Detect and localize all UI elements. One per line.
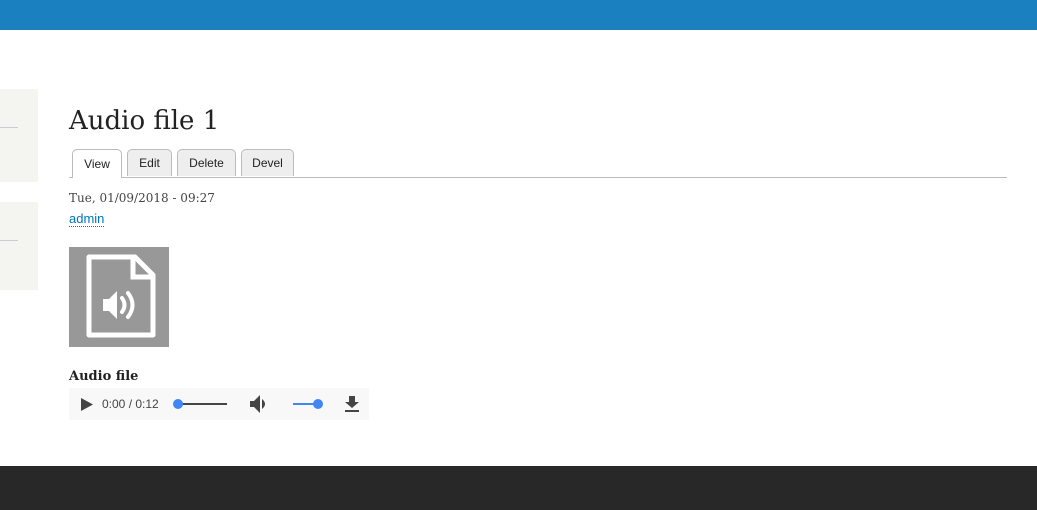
post-date: Tue, 01/09/2018 - 09:27 [69,191,215,205]
time-display: 0:00 / 0:12 [102,397,159,411]
tab-edit[interactable]: Edit [127,149,172,176]
volume-slider[interactable] [293,396,325,412]
audio-player: 0:00 / 0:12 [69,388,369,420]
audio-file-icon [69,247,169,347]
field-label: Audio file [69,369,139,384]
author-link[interactable]: admin [69,211,105,227]
download-icon[interactable] [345,396,359,412]
footer [0,466,1037,510]
sidebar-block [0,202,38,290]
tab-delete[interactable]: Delete [177,149,236,176]
play-icon[interactable] [81,398,93,411]
sidebar-block [0,89,38,182]
tab-devel[interactable]: Devel [241,149,294,176]
seek-slider[interactable] [173,396,227,412]
top-bar [0,0,1037,30]
tab-view[interactable]: View [72,149,122,178]
volume-icon[interactable] [250,395,270,413]
tabs: View Edit Delete Devel [69,149,1007,178]
page-title: Audio file 1 [69,106,220,136]
